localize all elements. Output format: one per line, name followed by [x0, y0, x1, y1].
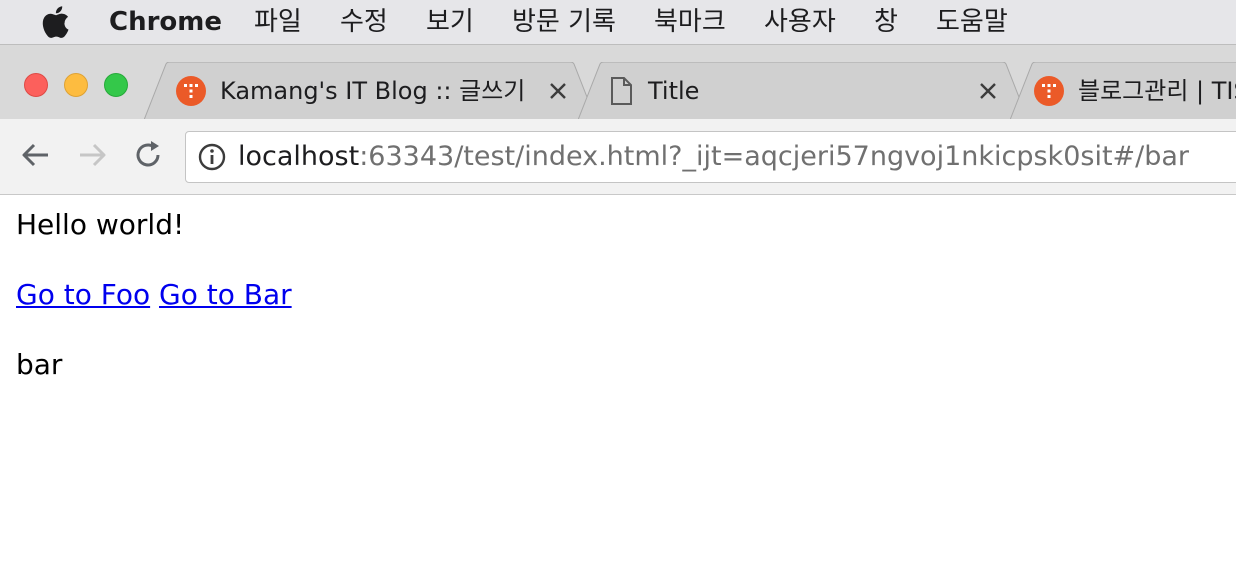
page-heading: Hello world! [16, 208, 185, 241]
url-path: :63343/test/index.html?_ijt=aqcjeri57ngv… [359, 141, 1190, 172]
tab-title: Kamang's IT Blog :: 글쓰기 [220, 77, 526, 105]
menu-history[interactable]: 방문 기록 [512, 0, 616, 44]
document-icon [611, 77, 632, 105]
url-host: localhost [238, 141, 360, 172]
apple-logo-icon[interactable] [40, 4, 70, 40]
menu-bookmarks[interactable]: 북마크 [654, 0, 726, 44]
reload-icon[interactable] [130, 137, 166, 173]
menu-window[interactable]: 창 [874, 0, 898, 44]
tab-kamang-blog[interactable]: Kamang's IT Blog :: 글쓰기 [144, 62, 596, 120]
tistory-icon [176, 76, 206, 106]
menu-people[interactable]: 사용자 [764, 0, 836, 44]
close-icon[interactable] [976, 79, 1000, 103]
menu-app-name[interactable]: Chrome [109, 0, 222, 44]
address-url[interactable]: localhost:63343/test/index.html?_ijt=aqc… [238, 131, 1189, 183]
menu-file[interactable]: 파일 [254, 0, 302, 44]
window-zoom-button[interactable] [104, 73, 128, 97]
tab-title: 블로그관리 | TIS [1078, 77, 1236, 105]
menu-view[interactable]: 보기 [426, 0, 474, 44]
info-icon[interactable] [198, 143, 226, 171]
tab-background [578, 62, 1028, 120]
macos-menu-bar: Chrome 파일 수정 보기 방문 기록 북마크 사용자 창 도움말 [0, 0, 1236, 44]
forward-arrow-icon[interactable] [74, 137, 110, 173]
window-close-button[interactable] [24, 73, 48, 97]
nav-links: Go to Foo Go to Bar [16, 278, 292, 311]
tab-title-page[interactable]: Title [578, 62, 1028, 120]
menu-edit[interactable]: 수정 [340, 0, 388, 44]
go-to-foo-link[interactable]: Go to Foo [16, 278, 150, 311]
router-view-text: bar [16, 348, 63, 381]
tab-title: Title [648, 77, 700, 105]
back-arrow-icon[interactable] [18, 137, 54, 173]
close-icon[interactable] [546, 79, 570, 103]
tab-blog-admin[interactable]: 블로그관리 | TIS [1010, 62, 1236, 120]
menu-help[interactable]: 도움말 [936, 0, 1008, 44]
go-to-bar-link[interactable]: Go to Bar [159, 278, 292, 311]
tistory-icon [1034, 76, 1064, 106]
window-minimize-button[interactable] [64, 73, 88, 97]
